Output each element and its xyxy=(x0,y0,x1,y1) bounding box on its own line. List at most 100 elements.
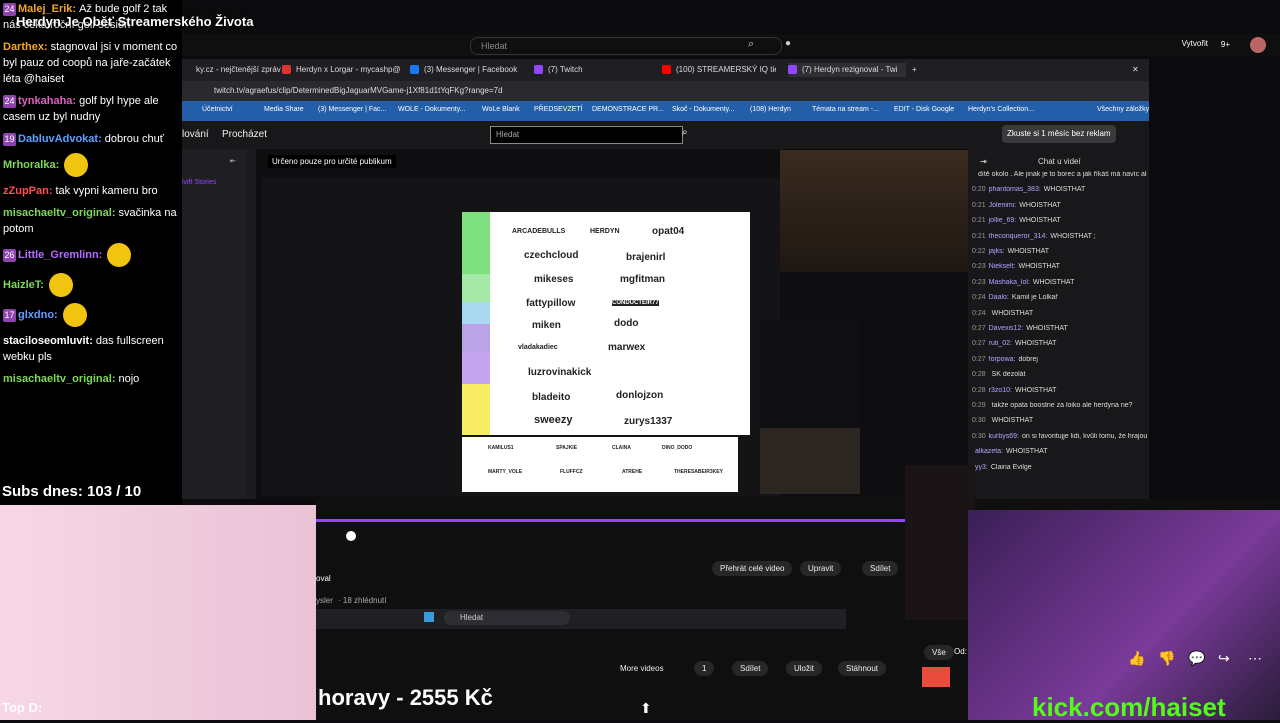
bookmark[interactable]: WoLe Blank xyxy=(482,106,520,113)
bookmark[interactable]: Všechny záložky xyxy=(1097,106,1149,113)
chat-message: 17 glxdno: xyxy=(0,302,182,328)
chat-username[interactable]: Niekselt: xyxy=(989,263,1016,270)
chat-username[interactable]: Davexis12: xyxy=(989,325,1024,332)
bookmark[interactable]: Media Share xyxy=(264,106,304,113)
bookmark[interactable]: DEMONSTRACE PR... xyxy=(592,106,664,113)
dislike-icon[interactable]: 👎 xyxy=(1158,650,1175,667)
bookmark[interactable]: EDIT - Disk Google xyxy=(894,106,954,113)
expand-icon[interactable]: ⇥ xyxy=(980,157,987,166)
more-videos-button[interactable]: More videos xyxy=(612,661,672,676)
bookmark[interactable]: (108) Herdyn xyxy=(750,106,791,113)
clip-chat-message: 0:29 takže opata boostne za loiko ale her… xyxy=(972,402,1147,409)
search-icon[interactable]: ⌕ xyxy=(748,38,754,51)
chat-username[interactable]: jollie_69: xyxy=(989,217,1017,224)
chat-message: misachaeltv_original: nojo xyxy=(0,370,182,388)
chat-username[interactable]: Mrhoralka: xyxy=(3,159,59,171)
bookmark[interactable]: Účetnictví xyxy=(202,106,233,113)
browser-tab[interactable]: (100) STREAMERSKÝ IQ tier list xyxy=(662,63,776,77)
chat-timestamp: 0:21 xyxy=(972,201,986,209)
chat-username[interactable]: ruti_02: xyxy=(989,340,1012,347)
chat-message: 26 Little_Gremlinn: xyxy=(0,242,182,268)
chat-username[interactable]: HaizleT: xyxy=(3,279,44,291)
chat-username[interactable]: kurbys69: xyxy=(989,433,1019,440)
tier-name: marwex xyxy=(608,342,646,353)
chat-username[interactable]: jajks: xyxy=(989,248,1005,255)
browser-tab[interactable]: (7) Twitch xyxy=(534,63,648,77)
kick-url: kick.com/haiset xyxy=(1032,692,1226,722)
progress-bar[interactable] xyxy=(316,519,916,522)
thumbnail-icon[interactable] xyxy=(922,667,950,687)
chat-username[interactable]: misachaeltv_original: xyxy=(3,373,116,385)
share-icon[interactable]: ↪ xyxy=(1218,650,1230,667)
chat-text: on si favoritujje lidi, kvůli tomu, že h… xyxy=(1021,432,1147,440)
browser-tab-active[interactable]: (7) Herdyn rezignoval - Twi xyxy=(788,63,906,77)
save-button[interactable]: Uložit xyxy=(786,661,823,676)
tier-row xyxy=(462,324,490,352)
stream-chat-overlay: 24 Malej_Erik: Až bude golf 2 tak nás čeká… xyxy=(0,0,182,510)
emote-icon xyxy=(62,303,87,327)
tier-name: luzrovinakick xyxy=(528,367,592,378)
promo-button[interactable]: Zkuste si 1 měsíc bez reklam xyxy=(1002,125,1116,143)
download-button[interactable]: Stáhnout xyxy=(838,661,887,676)
chat-username[interactable]: staciloseomluvit: xyxy=(3,335,93,347)
play-full-video-button[interactable]: Přehrát celé video xyxy=(712,561,793,576)
search-icon[interactable]: ⌕ xyxy=(682,127,688,138)
comment-icon[interactable]: 💬 xyxy=(1188,650,1205,667)
twitch-search-input[interactable]: Hledat xyxy=(490,126,683,144)
share-button[interactable]: Sdílet xyxy=(862,561,899,576)
bookmark[interactable]: WOLE - Dokumenty... xyxy=(398,106,466,113)
chat-username[interactable]: glxdno: xyxy=(18,309,58,321)
chat-username[interactable]: phantomas_383: xyxy=(989,186,1041,193)
address-bar[interactable]: twitch.tv/agraefus/clip/DeterminedBigJag… xyxy=(182,81,1149,101)
share-button-2[interactable]: Sdílet xyxy=(732,661,769,676)
browser-tab[interactable]: ky.cz - nejčtenější zpráv xyxy=(182,63,281,77)
mic-icon[interactable]: ● xyxy=(785,38,791,49)
chat-message: 24 tynkahaha: golf byl hype ale casem uz b… xyxy=(0,92,182,126)
more-icon[interactable]: ⋯ xyxy=(1248,650,1262,667)
chat-username[interactable]: zZupPan: xyxy=(3,185,53,197)
edit-button[interactable]: Upravit xyxy=(800,561,842,576)
bookmark[interactable]: Témata na stream -... xyxy=(812,106,879,113)
chat-messages: dítě okolo . Ale jinak je to borec a jak… xyxy=(968,171,1149,501)
chat-username[interactable]: Jolenimi: xyxy=(989,202,1017,209)
bookmark[interactable]: Skoč - Dokumenty... xyxy=(672,106,735,113)
tier-name: zurys1337 xyxy=(624,416,673,427)
tier-row xyxy=(462,352,490,384)
new-tab-button[interactable]: + xyxy=(912,63,922,77)
chat-username[interactable]: r3zo10: xyxy=(989,387,1012,394)
filter-from-chip[interactable]: Od: xyxy=(954,647,967,656)
sub-badge-icon: 19 xyxy=(3,132,16,146)
browser-tab[interactable]: Herdyn x Lorgar - mycashp@ xyxy=(282,63,406,77)
slider-handle[interactable] xyxy=(346,531,356,541)
top-donors-label: Top D: xyxy=(2,700,43,715)
close-window-icon[interactable]: ✕ xyxy=(1132,63,1142,77)
chat-username[interactable]: alkazeta: xyxy=(975,448,1003,455)
bookmark[interactable]: PŘEDSEVZETÍ xyxy=(534,106,583,113)
filter-all-chip[interactable]: Vše xyxy=(924,645,954,660)
like-icon[interactable]: 👍 xyxy=(1128,650,1145,667)
chat-username[interactable]: Daalo: xyxy=(989,294,1009,301)
tier-name: dodo xyxy=(614,318,639,329)
chat-username[interactable]: theconqueror_314: xyxy=(989,233,1048,240)
chat-username[interactable]: DabluvAdvokat: xyxy=(18,133,102,145)
chat-username[interactable]: forpowa: xyxy=(989,356,1016,363)
chat-username[interactable]: Mashaka_lol: xyxy=(989,279,1030,286)
avatar[interactable] xyxy=(1250,37,1266,53)
collapse-icon[interactable]: ⇤ xyxy=(230,157,236,165)
chat-username[interactable]: tynkahaha: xyxy=(18,95,76,107)
nav-partial[interactable]: lování xyxy=(182,129,209,140)
bookmark[interactable]: (3) Messenger | Fac... xyxy=(318,106,386,113)
chat-timestamp: 0:30 xyxy=(972,432,986,440)
chat-username[interactable]: Little_Gremlinn: xyxy=(18,249,102,261)
windows-start-icon[interactable] xyxy=(424,612,434,622)
taskbar-search[interactable]: Hledat xyxy=(444,611,570,625)
chat-username[interactable]: misachaeltv_original: xyxy=(3,207,116,219)
chat-username[interactable]: Darthex: xyxy=(3,41,48,53)
youtube-search-input[interactable]: Hledat xyxy=(470,37,782,55)
bookmark[interactable]: Herdyn's Collection... xyxy=(968,106,1034,113)
create-button[interactable]: Vytvořit xyxy=(1182,39,1208,48)
nav-browse[interactable]: Procházet xyxy=(222,129,267,140)
dislike-button[interactable]: 1 xyxy=(694,661,715,676)
chat-username[interactable]: yy3: xyxy=(975,464,988,471)
browser-tab[interactable]: (3) Messenger | Facebook xyxy=(410,63,534,77)
